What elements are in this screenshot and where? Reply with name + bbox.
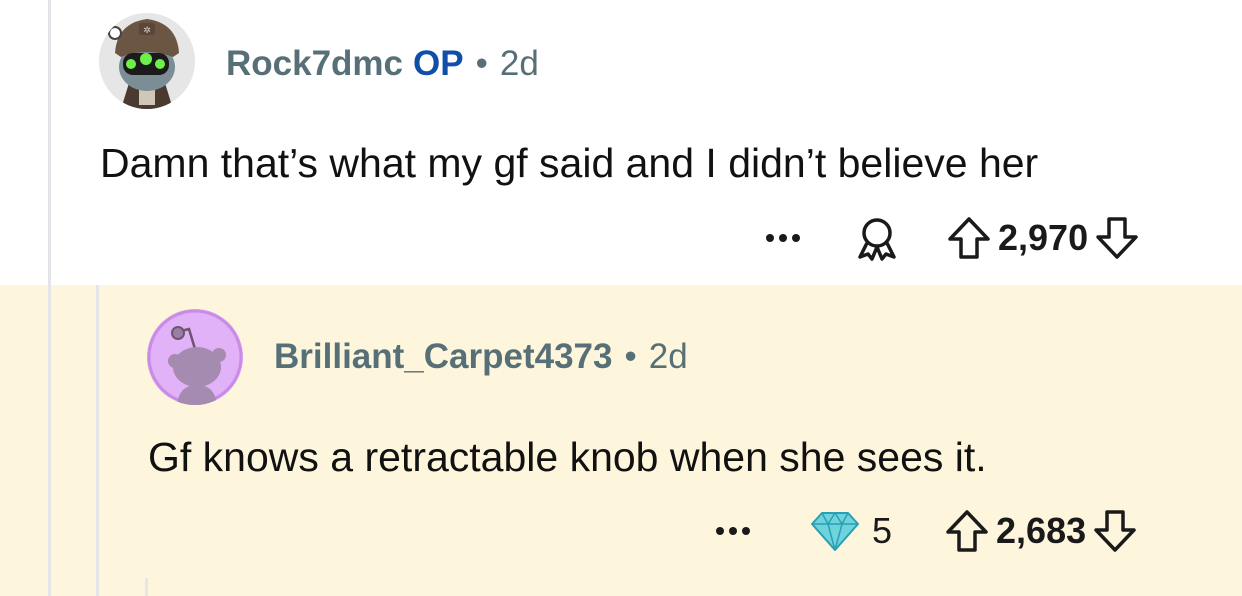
arrow-down-icon [1096, 217, 1138, 259]
upvote-button[interactable] [944, 508, 990, 554]
comment-meta: Brilliant_Carpet4373 • 2d [274, 337, 688, 377]
more-options-button[interactable] [706, 527, 760, 535]
comment-actions: 5 2,683 [706, 501, 1138, 561]
comment-body: Gf knows a retractable knob when she see… [148, 434, 987, 480]
arrow-up-icon [946, 510, 988, 552]
downvote-button[interactable] [1094, 215, 1140, 261]
comment-rock7dmc: ✲ Rock7dmc OP • 2d Damn that’s what my gf s… [0, 0, 1242, 285]
op-badge: OP [413, 44, 464, 83]
award-icon [858, 218, 896, 261]
svg-text:✲: ✲ [143, 26, 151, 36]
thread-line-nested[interactable] [145, 578, 148, 596]
separator-dot: • [475, 44, 488, 83]
award-button[interactable]: 5 [810, 510, 892, 552]
author-name[interactable]: Brilliant_Carpet4373 [274, 337, 612, 376]
robot-avatar-icon: ✲ [99, 13, 195, 109]
more-icon [716, 527, 724, 535]
downvote-button[interactable] [1092, 508, 1138, 554]
comment-actions: 2,970 [756, 208, 1140, 268]
score-count: 2,683 [996, 510, 1087, 551]
arrow-down-icon [1094, 510, 1136, 552]
author-name[interactable]: Rock7dmc [226, 44, 403, 83]
award-count: 5 [872, 510, 893, 551]
arrow-up-icon [948, 217, 990, 259]
avatar-rock7dmc[interactable]: ✲ [99, 13, 195, 109]
comment-brilliant-carpet4373: Brilliant_Carpet4373 • 2d Gf knows a retra… [0, 285, 1242, 596]
comment-age: 2d [648, 337, 688, 376]
comment-age: 2d [499, 44, 539, 83]
snoo-avatar-icon [147, 309, 243, 405]
comment-body: Damn that’s what my gf said and I didn’t… [100, 140, 1039, 186]
score-count: 2,970 [998, 217, 1089, 258]
thread-line-reply[interactable] [96, 285, 99, 596]
diamond-icon [811, 511, 859, 551]
award-button[interactable] [854, 215, 900, 261]
upvote-button[interactable] [946, 215, 992, 261]
avatar-brilliant-carpet4373[interactable] [147, 309, 243, 405]
more-icon [766, 234, 774, 242]
comment-meta: Rock7dmc OP • 2d [226, 44, 539, 84]
separator-dot: • [624, 337, 637, 376]
thread-line-root[interactable] [48, 0, 51, 596]
more-options-button[interactable] [756, 234, 810, 242]
